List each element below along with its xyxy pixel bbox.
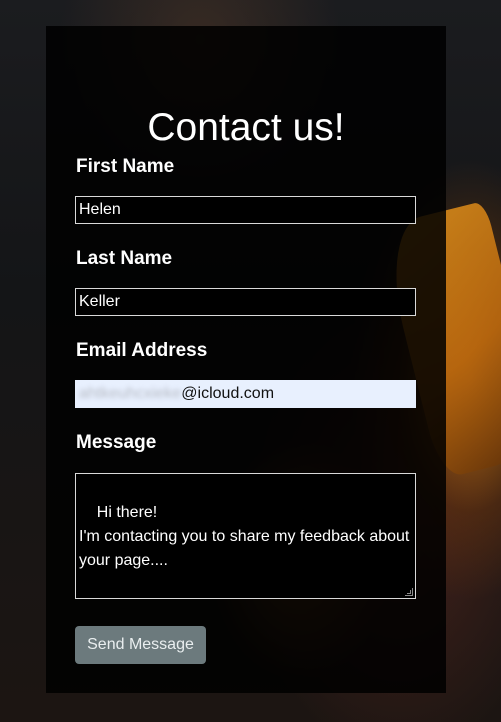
- message-textarea[interactable]: Hi there! I'm contacting you to share my…: [75, 473, 416, 599]
- page-title: Contact us!: [147, 106, 345, 149]
- last-name-label: Last Name: [76, 248, 173, 269]
- send-message-button[interactable]: Send Message: [75, 626, 206, 664]
- email-label: Email Address: [76, 340, 208, 361]
- contact-form-card: Contact us! First Name Last Name Email A…: [46, 26, 446, 693]
- email-redacted-part: ahtkeuhcxieke: [79, 385, 182, 402]
- first-name-label: First Name: [76, 156, 175, 177]
- email-domain-part: @icloud.com: [181, 385, 275, 402]
- message-label: Message: [76, 432, 157, 453]
- first-name-input[interactable]: [75, 196, 416, 224]
- message-text: Hi there! I'm contacting you to share my…: [79, 504, 410, 569]
- last-name-input[interactable]: [75, 288, 416, 316]
- resize-grip-icon[interactable]: [405, 588, 413, 596]
- email-input[interactable]: ahtkeuhcxieke @icloud.com: [75, 380, 416, 408]
